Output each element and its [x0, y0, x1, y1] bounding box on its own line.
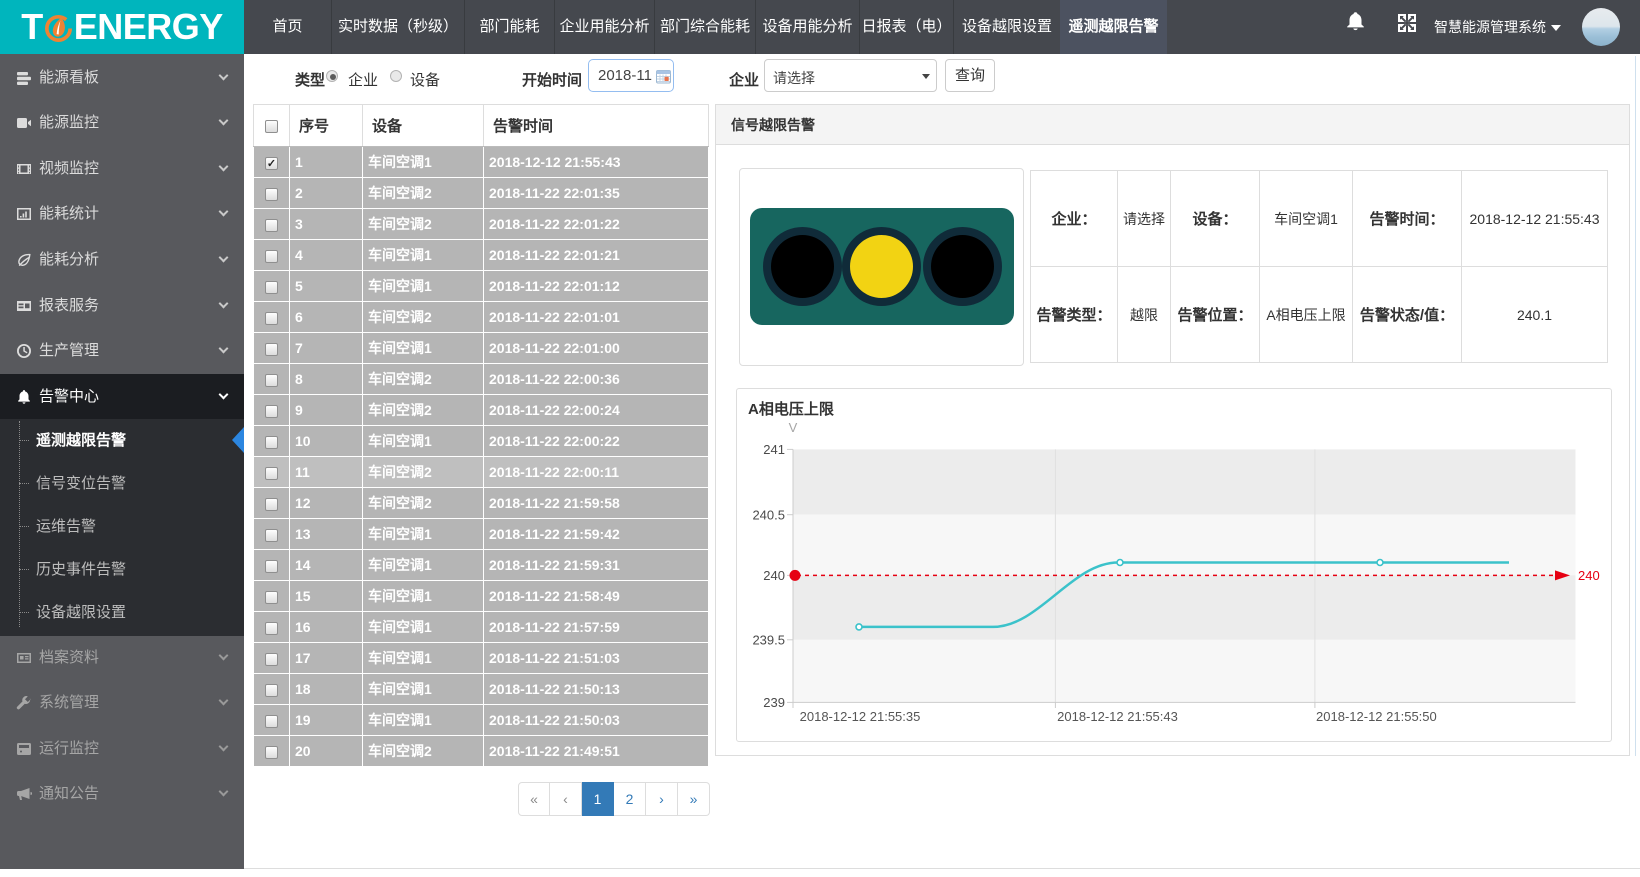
- svg-text:V: V: [789, 420, 798, 435]
- svg-text:239: 239: [763, 695, 785, 710]
- svg-text:240: 240: [1578, 568, 1600, 583]
- svg-text:240: 240: [763, 568, 785, 583]
- svg-text:239.5: 239.5: [752, 632, 785, 647]
- svg-text:240.5: 240.5: [752, 507, 785, 522]
- svg-text:2018-12-12 21:55:50: 2018-12-12 21:55:50: [1316, 709, 1437, 724]
- svg-text:241: 241: [763, 442, 785, 457]
- svg-text:2018-12-12 21:55:35: 2018-12-12 21:55:35: [800, 709, 921, 724]
- svg-text:2018-12-12 21:55:43: 2018-12-12 21:55:43: [1057, 709, 1178, 724]
